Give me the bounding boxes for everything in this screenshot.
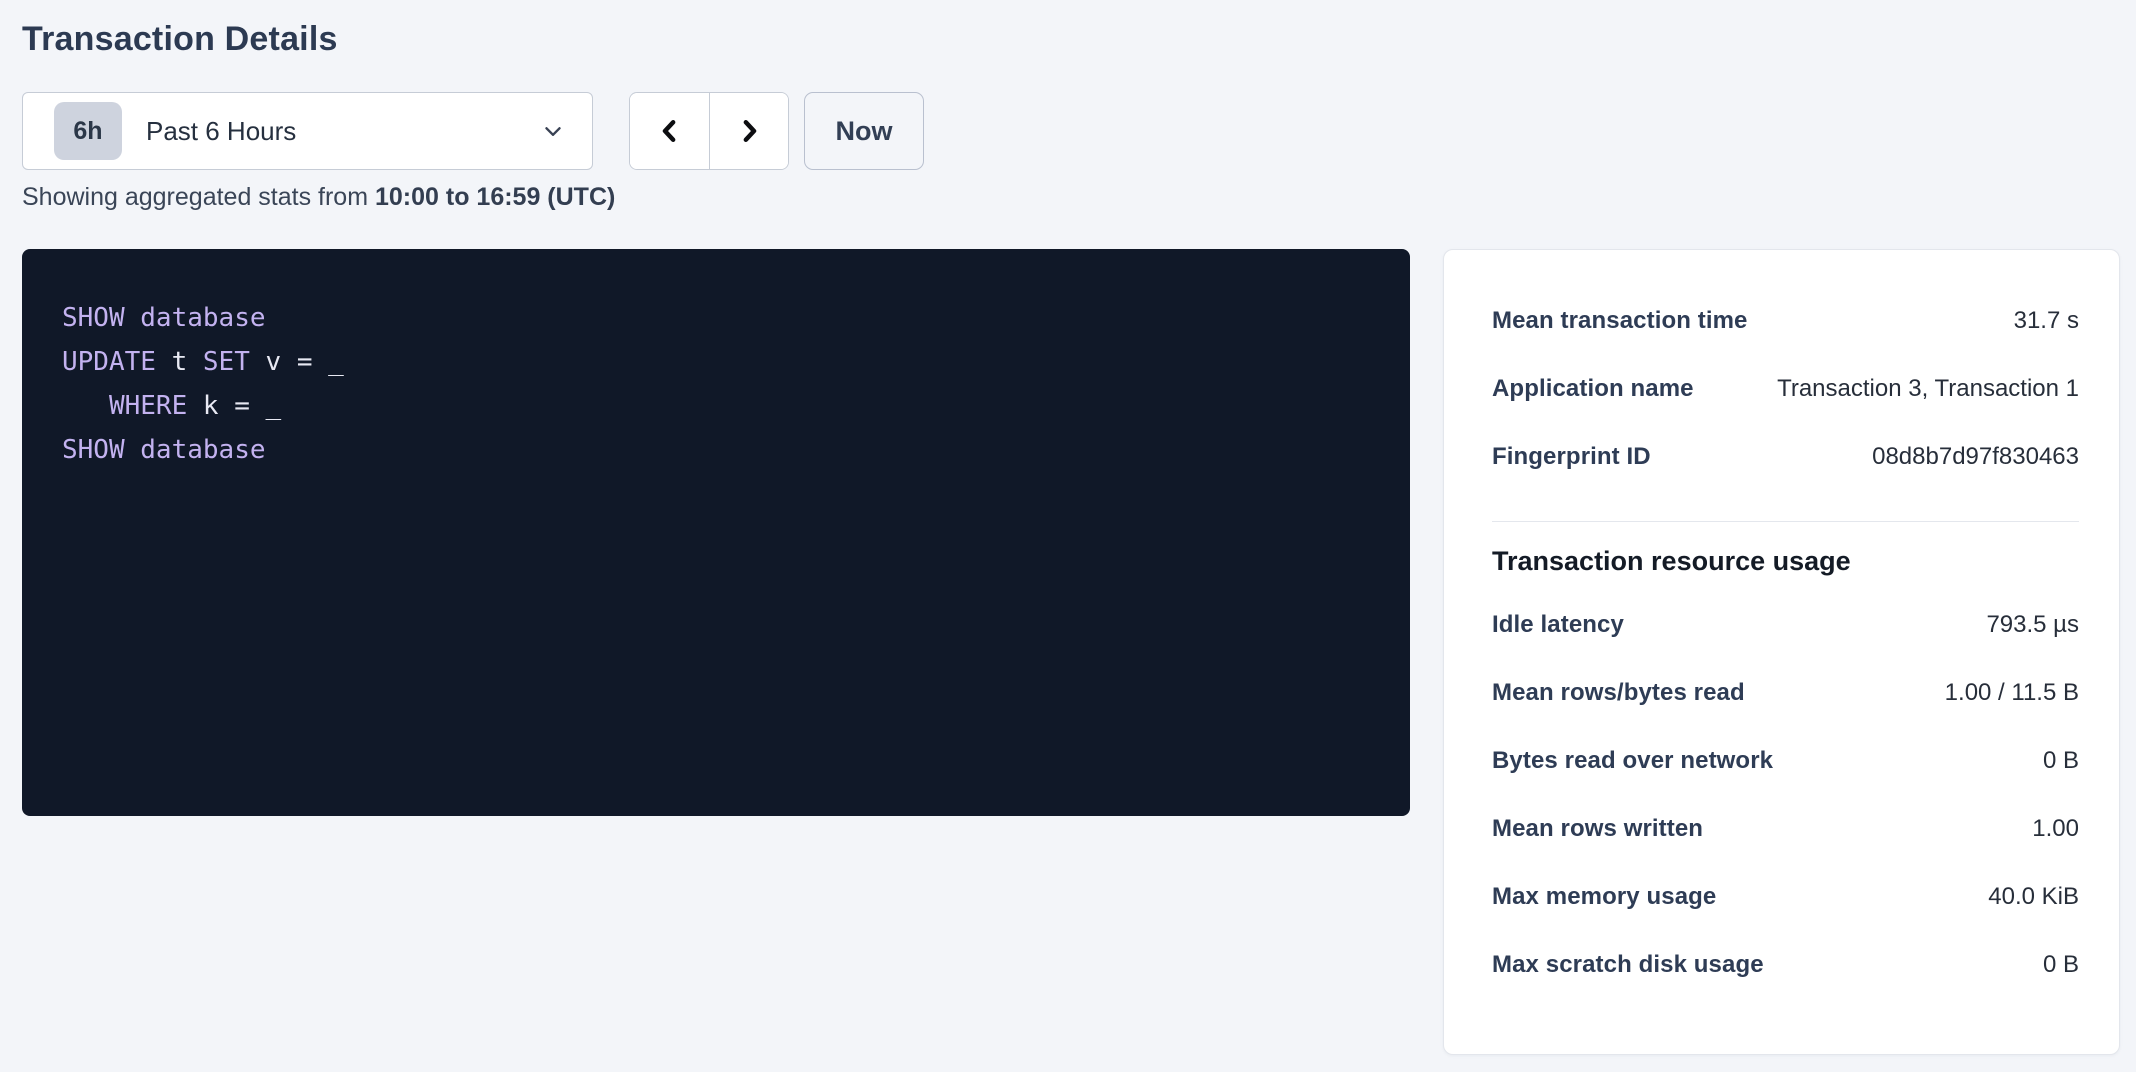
time-range-picker[interactable]: 6h Past 6 Hours bbox=[22, 92, 593, 170]
stat-row: Mean rows/bytes read 1.00 / 11.5 B bbox=[1492, 659, 2079, 727]
stat-value: 40.0 KiB bbox=[1988, 883, 2079, 911]
stat-label: Application name bbox=[1492, 375, 1694, 403]
page-title: Transaction Details bbox=[22, 20, 2136, 59]
sql-code-line: UPDATE t SET v = _ bbox=[62, 340, 1370, 384]
stat-label: Max memory usage bbox=[1492, 883, 1716, 911]
stat-row: Application name Transaction 3, Transact… bbox=[1492, 355, 2079, 423]
primary-stats-list: Mean transaction time 31.7 s Application… bbox=[1492, 287, 2079, 491]
stat-row: Bytes read over network 0 B bbox=[1492, 727, 2079, 795]
stat-label: Mean transaction time bbox=[1492, 307, 1748, 335]
sql-keyword-token: SHOW bbox=[62, 435, 125, 465]
time-step-buttons bbox=[629, 92, 789, 170]
sql-code-line: SHOW database bbox=[62, 296, 1370, 340]
sql-code-line: WHERE k = _ bbox=[62, 384, 1370, 428]
time-window-badge: 6h bbox=[54, 102, 122, 160]
transaction-stats-card: Mean transaction time 31.7 s Application… bbox=[1443, 249, 2120, 1055]
sql-keyword-token: WHERE bbox=[109, 391, 187, 421]
stat-value: 0 B bbox=[2043, 951, 2079, 979]
stat-label: Bytes read over network bbox=[1492, 747, 1773, 775]
sql-keyword-token: SET bbox=[203, 347, 250, 377]
stat-row: Max scratch disk usage 0 B bbox=[1492, 931, 2079, 999]
card-divider bbox=[1492, 521, 2079, 522]
sql-plain-token: v = _ bbox=[250, 347, 344, 377]
sql-plain-token bbox=[62, 391, 109, 421]
sql-keyword-token: database bbox=[140, 435, 265, 465]
aggregation-note-range: 10:00 to 16:59 (UTC) bbox=[375, 183, 615, 211]
sql-keyword-token: database bbox=[140, 303, 265, 333]
stat-value: 31.7 s bbox=[2014, 307, 2079, 335]
stat-row: Max memory usage 40.0 KiB bbox=[1492, 863, 2079, 931]
stat-row: Mean rows written 1.00 bbox=[1492, 795, 2079, 863]
chevron-down-icon bbox=[540, 118, 566, 144]
now-button[interactable]: Now bbox=[804, 92, 924, 170]
transaction-details-page: Transaction Details 6h Past 6 Hours bbox=[0, 0, 2136, 1072]
sql-keyword-token: UPDATE bbox=[62, 347, 156, 377]
stat-value: 1.00 bbox=[2032, 815, 2079, 843]
stat-label: Fingerprint ID bbox=[1492, 443, 1651, 471]
resource-stats-list: Idle latency 793.5 µs Mean rows/bytes re… bbox=[1492, 591, 2079, 999]
stat-value: 1.00 / 11.5 B bbox=[1945, 679, 2079, 707]
time-window-label: Past 6 Hours bbox=[146, 116, 296, 147]
resource-usage-heading: Transaction resource usage bbox=[1492, 546, 2079, 577]
sql-code-line: SHOW database bbox=[62, 428, 1370, 472]
sql-plain-token: k = _ bbox=[187, 391, 281, 421]
sql-plain-token bbox=[125, 435, 141, 465]
stat-row: Idle latency 793.5 µs bbox=[1492, 591, 2079, 659]
chevron-right-icon bbox=[734, 114, 764, 148]
next-interval-button[interactable] bbox=[709, 93, 788, 169]
sql-plain-token: t bbox=[156, 347, 203, 377]
stat-row: Mean transaction time 31.7 s bbox=[1492, 287, 2079, 355]
sql-statement-box: SHOW databaseUPDATE t SET v = _ WHERE k … bbox=[22, 249, 1410, 816]
time-toolbar: 6h Past 6 Hours bbox=[22, 92, 2136, 170]
stat-label: Max scratch disk usage bbox=[1492, 951, 1764, 979]
previous-interval-button[interactable] bbox=[630, 93, 709, 169]
sql-plain-token bbox=[125, 303, 141, 333]
content-row: SHOW databaseUPDATE t SET v = _ WHERE k … bbox=[22, 249, 2136, 1055]
aggregation-note-prefix: Showing aggregated stats from bbox=[22, 183, 375, 211]
stat-label: Mean rows/bytes read bbox=[1492, 679, 1745, 707]
stat-row: Fingerprint ID 08d8b7d97f830463 bbox=[1492, 423, 2079, 491]
chevron-left-icon bbox=[655, 114, 685, 148]
sql-keyword-token: SHOW bbox=[62, 303, 125, 333]
stat-value: Transaction 3, Transaction 1 bbox=[1777, 375, 2079, 403]
aggregation-note: Showing aggregated stats from 10:00 to 1… bbox=[22, 183, 2136, 212]
stat-value: 793.5 µs bbox=[1986, 611, 2079, 639]
stat-value: 0 B bbox=[2043, 747, 2079, 775]
stat-value: 08d8b7d97f830463 bbox=[1872, 443, 2079, 471]
stat-label: Mean rows written bbox=[1492, 815, 1703, 843]
stat-label: Idle latency bbox=[1492, 611, 1624, 639]
